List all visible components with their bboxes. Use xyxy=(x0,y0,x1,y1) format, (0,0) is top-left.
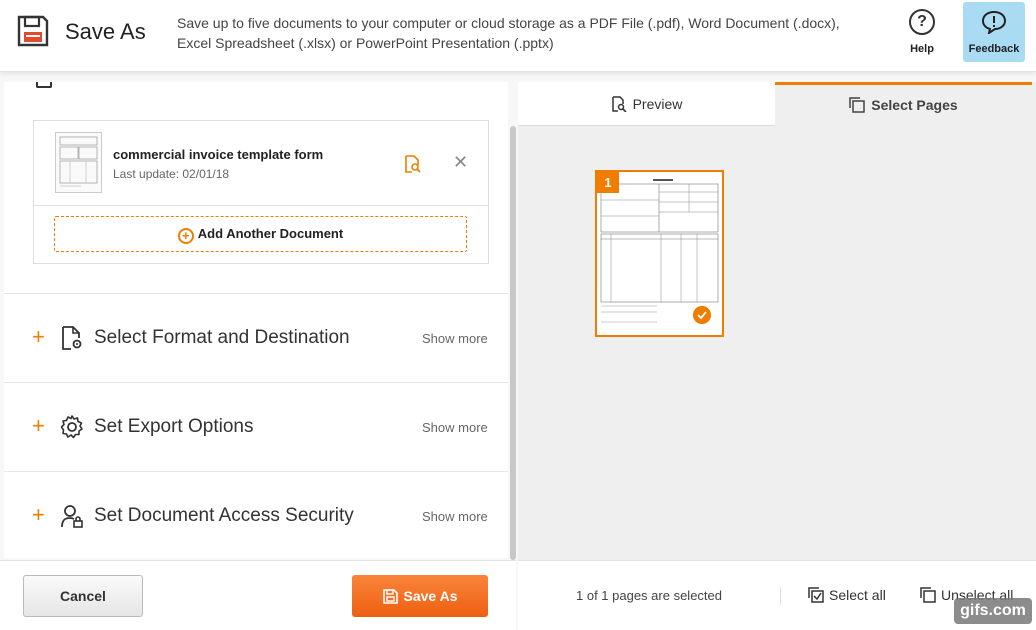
left-panel-scrollbar[interactable] xyxy=(510,126,516,560)
section-title: Select Format and Destination xyxy=(94,327,350,348)
settings-panel: commercial invoice template form Last up… xyxy=(4,82,508,558)
section-title: Set Document Access Security xyxy=(94,505,354,526)
copy-pages-icon xyxy=(849,97,866,113)
check-circle-icon xyxy=(693,306,711,324)
expand-plus-icon: + xyxy=(32,502,45,527)
copy-pages-icon xyxy=(920,587,936,603)
document-name: commercial invoice template form xyxy=(113,147,324,162)
show-more-link[interactable]: Show more xyxy=(422,509,488,524)
save-as-label: Save As xyxy=(403,588,458,604)
tab-preview-label: Preview xyxy=(632,96,683,112)
document-card: commercial invoice template form Last up… xyxy=(33,120,489,264)
show-more-link[interactable]: Show more xyxy=(422,420,488,435)
page-thumbnail[interactable]: 1 xyxy=(595,170,724,337)
tab-preview[interactable]: Preview xyxy=(518,82,775,126)
document-last-update: Last update: 02/01/18 xyxy=(113,167,230,181)
section-format-destination[interactable]: + Select Format and Destination Show mor… xyxy=(4,293,508,382)
expand-plus-icon: + xyxy=(32,324,45,349)
checkbox-icon xyxy=(36,82,52,88)
help-button[interactable]: ? Help xyxy=(898,6,946,62)
checkbox-checked-icon xyxy=(808,587,824,603)
select-all-label: Select all xyxy=(829,587,886,603)
pages-selected-status: 1 of 1 pages are selected xyxy=(576,588,722,603)
document-thumbnail[interactable] xyxy=(55,132,102,193)
feedback-button[interactable]: Feedback xyxy=(963,2,1025,62)
divider xyxy=(34,205,488,206)
watermark-badge: gifs.com xyxy=(954,598,1032,624)
page-title: Save As xyxy=(65,19,146,44)
question-circle-icon: ? xyxy=(909,9,935,35)
section-title: Set Export Options xyxy=(94,416,254,437)
add-another-document-button[interactable]: + Add Another Document xyxy=(54,216,467,252)
show-more-link[interactable]: Show more xyxy=(422,331,488,346)
cancel-button[interactable]: Cancel xyxy=(23,575,143,617)
footer-actions: Cancel Save As xyxy=(0,560,516,630)
divider xyxy=(780,587,781,605)
file-gear-icon xyxy=(62,326,82,350)
tab-select-pages-label: Select Pages xyxy=(871,97,958,113)
section-access-security[interactable]: + Set Document Access Security Show more xyxy=(4,471,508,558)
remove-document-icon[interactable]: ✕ xyxy=(453,153,468,171)
header-bar: Save As Save up to five documents to you… xyxy=(0,0,1036,72)
plus-circle-icon: + xyxy=(177,228,194,244)
add-document-label: Add Another Document xyxy=(197,226,344,241)
document-preview-icon[interactable] xyxy=(404,155,422,173)
page-number-badge: 1 xyxy=(597,172,619,193)
gear-icon xyxy=(60,415,83,439)
expand-plus-icon: + xyxy=(32,413,45,438)
section-export-options[interactable]: + Set Export Options Show more xyxy=(4,382,508,471)
select-all-button[interactable]: Select all xyxy=(808,587,886,603)
floppy-disk-icon xyxy=(382,589,398,604)
tab-select-pages[interactable]: Select Pages xyxy=(775,82,1032,126)
save-as-button[interactable]: Save As xyxy=(352,575,488,617)
feedback-label: Feedback xyxy=(968,43,1020,55)
user-lock-icon xyxy=(61,505,83,528)
preview-panel: Preview Select Pages 1 xyxy=(518,82,1036,560)
page-description: Save up to five documents to your comput… xyxy=(177,15,840,51)
floppy-disk-icon xyxy=(17,15,49,47)
speech-bubble-icon xyxy=(981,10,1007,36)
help-label: Help xyxy=(910,43,934,55)
file-search-icon xyxy=(611,96,627,113)
